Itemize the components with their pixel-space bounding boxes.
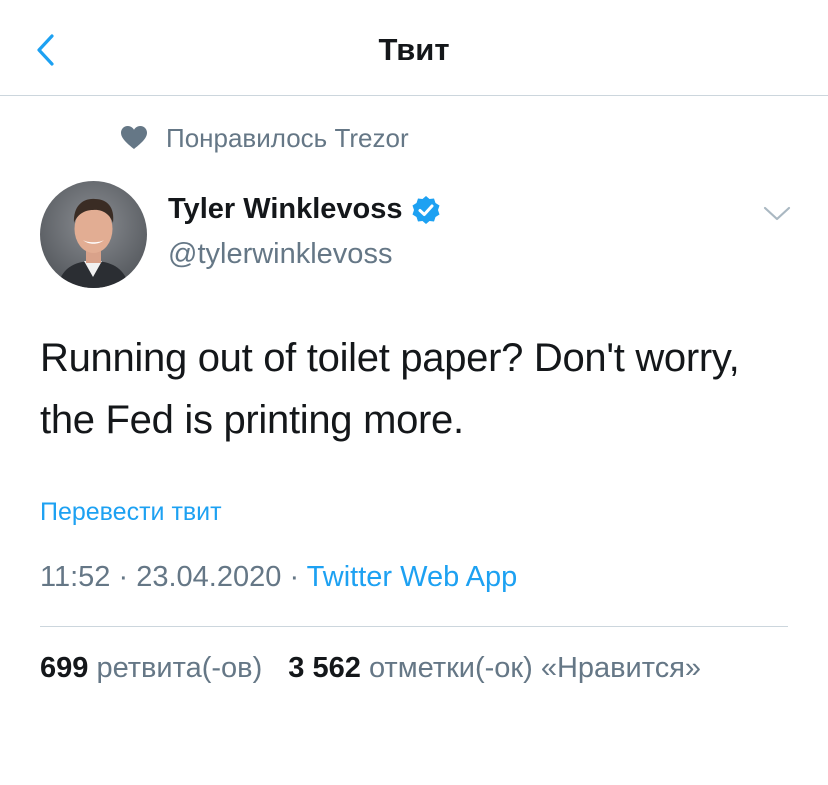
- tweet-text: Running out of toilet paper? Don't worry…: [40, 336, 740, 442]
- author-name-text: Tyler Winklevoss: [168, 193, 403, 225]
- tweet-time: 11:52: [40, 561, 111, 593]
- avatar[interactable]: [40, 181, 147, 288]
- heart-icon: [121, 126, 147, 149]
- divider: [40, 626, 788, 627]
- social-context[interactable]: Понравилось Trezor: [120, 120, 409, 156]
- meta-separator: ·: [289, 561, 300, 593]
- author-handle[interactable]: @tylerwinklevoss: [168, 238, 392, 271]
- chevron-down-icon: [763, 206, 791, 221]
- likes-stat[interactable]: 3 562 отметки(-ок) «Нравится»: [288, 652, 701, 684]
- author-name[interactable]: Tyler Winklevoss: [168, 193, 441, 226]
- verified-badge-icon: [412, 195, 440, 224]
- page-title: Твит: [378, 32, 450, 67]
- translate-tweet-link[interactable]: Перевести твит: [40, 498, 222, 527]
- retweets-label: ретвита(-ов): [96, 652, 263, 684]
- meta-separator: ·: [118, 561, 129, 593]
- top-navigation-bar: Твит: [0, 0, 828, 96]
- likes-label: отметки(-ок) «Нравится»: [368, 652, 702, 684]
- social-context-text: Понравилось Trezor: [166, 122, 409, 153]
- tweet-source-link[interactable]: Twitter Web App: [307, 561, 518, 593]
- tweet-metadata: 11:52 · 23.04.2020 · Twitter Web App: [40, 561, 517, 594]
- likes-count: 3 562: [288, 652, 361, 684]
- avatar-image: [40, 181, 147, 288]
- retweets-count: 699: [40, 652, 89, 684]
- tweet-menu-button[interactable]: [762, 202, 792, 224]
- tweet-date: 23.04.2020: [136, 561, 282, 593]
- tweet-stats: 699 ретвита(-ов) 3 562 отметки(-ок) «Нра…: [40, 652, 701, 685]
- retweets-stat[interactable]: 699 ретвита(-ов): [40, 652, 270, 684]
